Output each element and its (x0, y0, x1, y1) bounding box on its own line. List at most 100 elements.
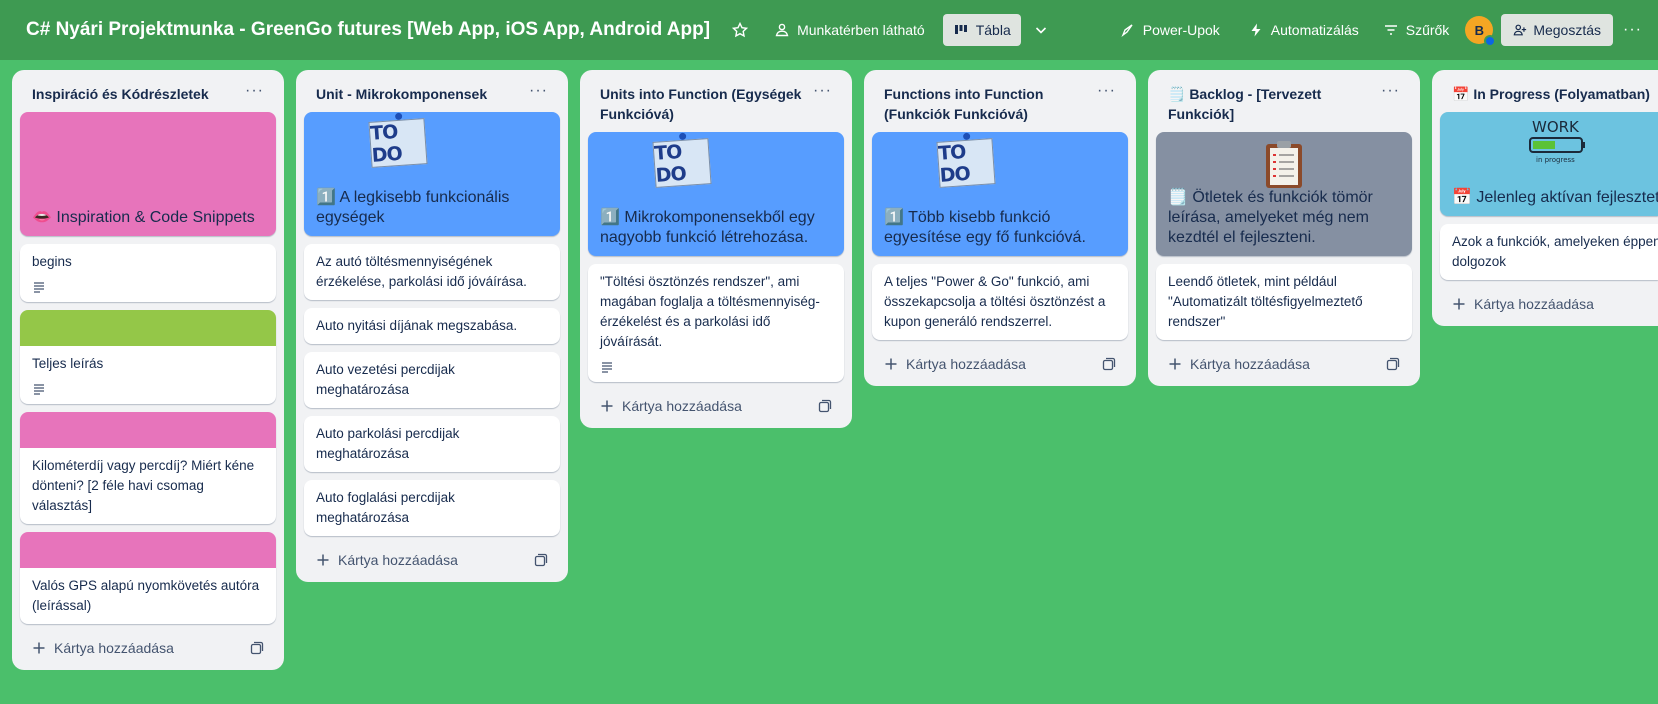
list-title[interactable]: 📅 In Progress (Folyamatban) (1452, 84, 1650, 104)
template-icon[interactable] (534, 553, 548, 567)
cover-card[interactable]: 👄 Inspiration & Code Snippets (20, 112, 276, 236)
add-card-label: Kártya hozzáadása (906, 356, 1026, 372)
cover-card[interactable]: 🗒️ Ötletek és funkciók tömör leírása, am… (1156, 132, 1412, 256)
list-item[interactable]: A teljes "Power & Go" funkció, ami össze… (872, 264, 1128, 340)
add-card-row: Kártya hozzáadása (1156, 348, 1412, 378)
add-card-label: Kártya hozzáadása (622, 398, 742, 414)
template-icon[interactable] (250, 641, 264, 655)
list-item[interactable]: Auto parkolási percdijak meghatározása (304, 416, 560, 472)
list-item[interactable]: "Töltési ösztönzés rendszer", ami magába… (588, 264, 844, 382)
card-title: Teljes leírás (32, 356, 104, 371)
list-units-into-function: Units into Function (Egységek Funkcióvá)… (580, 70, 852, 428)
todo-sticker-image: TO DO (652, 138, 712, 188)
add-card-label: Kártya hozzáadása (1190, 356, 1310, 372)
list-menu-icon[interactable]: ··· (1097, 83, 1116, 99)
add-card-label: Kártya hozzáadása (1474, 296, 1594, 312)
chevron-down-icon (1035, 27, 1046, 34)
description-icon (588, 360, 844, 382)
list-item[interactable]: Leendő ötletek, mint például "Automatizá… (1156, 264, 1412, 340)
list-title[interactable]: 🗒️ Backlog - [Tervezett Funkciók] (1168, 84, 1381, 124)
card-title: 👄 Inspiration & Code Snippets (32, 209, 255, 226)
cover-card[interactable]: WORK in progress 📅 Jelenleg aktívan fejl… (1440, 112, 1658, 216)
card-title: Auto vezetési percdijak meghatározása (316, 362, 455, 397)
lightning-icon (1251, 23, 1261, 37)
list-item[interactable]: Teljes leírás (20, 310, 276, 404)
svg-text:WORK: WORK (1532, 118, 1580, 136)
add-card-button[interactable]: Kártya hozzáadása (316, 552, 458, 568)
board-menu-button[interactable]: ··· (1615, 14, 1650, 46)
add-card-button[interactable]: Kártya hozzáadása (32, 640, 174, 656)
list-title[interactable]: Unit - Mikrokomponensek (316, 84, 487, 104)
list-item[interactable]: begins (20, 244, 276, 302)
visibility-label: Munkatérben látható (797, 22, 925, 38)
plus-icon (1169, 358, 1181, 370)
powerups-label: Power-Upok (1142, 22, 1220, 38)
add-card-button[interactable]: Kártya hozzáadása (884, 356, 1026, 372)
todo-sticker-image: TO DO (936, 138, 996, 188)
list-item[interactable]: Auto vezetési percdijak meghatározása (304, 352, 560, 408)
card-cover (20, 310, 276, 346)
add-card-label: Kártya hozzáadása (54, 640, 174, 656)
list-item[interactable]: Az autó töltésmennyiségének érzékelése, … (304, 244, 560, 300)
cover-card[interactable]: TO DO 1️⃣ Mikrokomponensekből egy nagyob… (588, 132, 844, 256)
list-menu-icon[interactable]: ··· (245, 83, 264, 99)
plus-icon (885, 358, 897, 370)
plus-icon (1453, 298, 1465, 310)
avatar[interactable]: B (1465, 16, 1497, 47)
list-title[interactable]: Units into Function (Egységek Funkcióvá) (600, 84, 813, 124)
list-menu-icon[interactable]: ··· (1381, 83, 1400, 99)
list-menu-icon[interactable]: ··· (529, 83, 548, 99)
filter-icon (1384, 25, 1397, 35)
list-item[interactable]: Valós GPS alapú nyomkövetés autóra (leír… (20, 532, 276, 624)
automation-button[interactable]: Automatizálás (1238, 14, 1369, 46)
template-icon[interactable] (1386, 357, 1400, 371)
todo-sticker-image: TO DO (368, 118, 428, 168)
template-icon[interactable] (818, 399, 832, 413)
card-title: A teljes "Power & Go" funkció, ami össze… (884, 274, 1106, 329)
add-card-button[interactable]: Kártya hozzáadása (1168, 356, 1310, 372)
board-title[interactable]: C# Nyári Projektmunka - GreenGo futures … (26, 19, 710, 41)
star-icon (732, 22, 749, 38)
add-card-row: Kártya hozzáadása (20, 632, 276, 662)
list-title[interactable]: Inspiráció és Kódrészletek (32, 84, 209, 104)
add-card-button[interactable]: Kártya hozzáadása (600, 398, 742, 414)
list-item[interactable]: Kilométerdíj vagy percdíj? Miért kéne dö… (20, 412, 276, 524)
avatar-letter: B (1474, 22, 1484, 38)
plus-icon (317, 554, 329, 566)
card-title: 1️⃣ Több kisebb funkció egyesítése egy f… (884, 209, 1086, 246)
list-item[interactable]: Auto foglalási percdijak meghatározása (304, 480, 560, 536)
filters-label: Szűrők (1405, 22, 1450, 38)
board-view-icon (954, 25, 967, 34)
card-cover (20, 412, 276, 448)
filters-button[interactable]: Szűrők (1373, 14, 1460, 46)
card-title: Leendő ötletek, mint például "Automatizá… (1168, 274, 1363, 329)
card-title: "Töltési ösztönzés rendszer", ami magába… (600, 274, 820, 349)
list-menu-icon[interactable]: ··· (813, 83, 832, 99)
view-switcher-button[interactable] (1025, 14, 1057, 46)
list-item[interactable]: Auto nyitási díjának megszabása. (304, 308, 560, 344)
rocket-icon (1121, 24, 1133, 38)
admin-badge-icon (1484, 35, 1497, 47)
plus-icon (33, 642, 45, 654)
cover-card[interactable]: TO DO 1️⃣ Több kisebb funkció egyesítése… (872, 132, 1128, 256)
cover-card[interactable]: TO DO 1️⃣ A legkisebb funkcionális egysé… (304, 112, 560, 236)
add-card-button[interactable]: Kártya hozzáadása (1452, 296, 1594, 312)
svg-text:in progress: in progress (1536, 156, 1575, 164)
powerups-button[interactable]: Power-Upok (1110, 14, 1230, 46)
add-card-row: Kártya hozzáadása (872, 348, 1128, 378)
card-title: Auto parkolási percdijak meghatározása (316, 426, 460, 461)
card-title: Auto foglalási percdijak meghatározása (316, 490, 455, 525)
share-button[interactable]: Megosztás (1501, 14, 1614, 46)
more-icon: ··· (1623, 21, 1642, 38)
clipboard-checklist-icon (1266, 141, 1302, 188)
view-board-button[interactable]: Tábla (942, 14, 1021, 46)
description-icon (20, 280, 276, 302)
list-title[interactable]: Functions into Function (Funkciók Funkci… (884, 84, 1097, 124)
share-label: Megosztás (1533, 22, 1602, 38)
visibility-button[interactable]: Munkatérben látható (764, 14, 935, 46)
list-item[interactable]: Azok a funkciók, amelyeken éppen dolgozo… (1440, 224, 1658, 280)
template-icon[interactable] (1102, 357, 1116, 371)
star-button[interactable] (724, 14, 756, 46)
card-title: begins (32, 254, 72, 269)
card-title: 🗒️ Ötletek és funkciók tömör leírása, am… (1168, 189, 1373, 246)
